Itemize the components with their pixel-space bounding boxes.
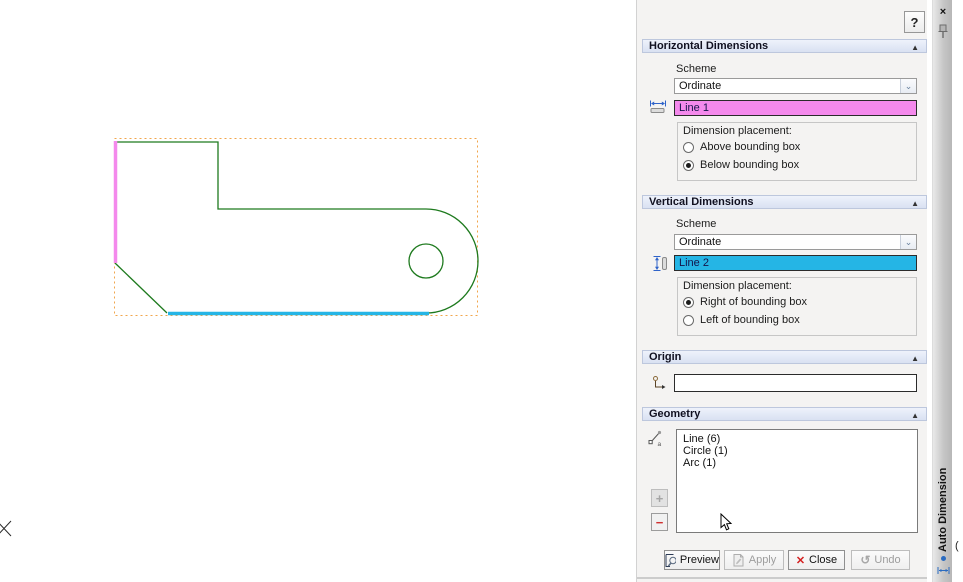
collapse-icon[interactable]: ▲ <box>911 410 919 422</box>
collapse-icon[interactable]: ▲ <box>911 42 919 54</box>
origin-x-marker <box>0 521 11 536</box>
list-item[interactable]: Line (6) <box>683 433 917 445</box>
radio-label: Right of bounding box <box>700 296 807 308</box>
undo-button[interactable]: ↺ Undo <box>851 550 910 570</box>
horizontal-scheme-select[interactable]: Ordinate ⌄ <box>674 78 917 94</box>
section-title: Horizontal Dimensions <box>649 40 768 52</box>
section-title: Geometry <box>649 408 700 420</box>
close-x-icon: ✕ <box>796 554 805 567</box>
scheme-label: Scheme <box>676 218 716 230</box>
button-label: Close <box>809 554 837 566</box>
part-chamfer-line[interactable] <box>115 263 167 313</box>
panel-bottom-edge <box>637 577 927 579</box>
pin-icon[interactable] <box>938 24 948 40</box>
dimension-bounding-box <box>115 139 478 316</box>
list-item[interactable]: Arc (1) <box>683 457 917 469</box>
preview-icon <box>665 553 676 567</box>
drawing-canvas[interactable] <box>0 0 640 582</box>
radio-icon[interactable] <box>683 297 694 308</box>
app-window: ? Horizontal Dimensions ▲ Scheme Ordinat… <box>0 0 963 582</box>
apply-icon <box>732 553 745 567</box>
vertical-scheme-select[interactable]: Ordinate ⌄ <box>674 234 917 250</box>
status-dot-icon <box>941 556 946 561</box>
hole-circle[interactable] <box>409 244 443 278</box>
collapse-icon[interactable]: ▲ <box>911 353 919 365</box>
placement-label: Dimension placement: <box>683 280 792 292</box>
vertical-dimension-icon <box>653 255 667 272</box>
radio-below-bounding-box[interactable]: Below bounding box <box>683 159 799 171</box>
radio-label: Left of bounding box <box>700 314 800 326</box>
help-button[interactable]: ? <box>904 11 925 33</box>
section-header-geometry[interactable]: Geometry ▲ <box>642 407 927 421</box>
geometry-list[interactable]: Line (6) Circle (1) Arc (1) <box>676 429 918 533</box>
section-title: Vertical Dimensions <box>649 196 754 208</box>
svg-text:a: a <box>658 441 662 447</box>
apply-button[interactable]: Apply <box>724 550 784 570</box>
stray-paren: ( <box>955 540 959 552</box>
dimension-mini-icon <box>937 566 950 575</box>
list-item[interactable]: Circle (1) <box>683 445 917 457</box>
chevron-down-icon[interactable]: ⌄ <box>900 235 916 249</box>
section-title: Origin <box>649 351 681 363</box>
horizontal-selection-field[interactable]: Line 1 <box>674 100 917 116</box>
close-button[interactable]: ✕ Close <box>788 550 845 570</box>
section-header-vertical-dimensions[interactable]: Vertical Dimensions ▲ <box>642 195 927 209</box>
tab-auto-dimension[interactable]: Auto Dimension <box>933 470 953 550</box>
chevron-down-icon[interactable]: ⌄ <box>900 79 916 93</box>
preview-button[interactable]: Preview <box>664 550 720 570</box>
origin-axes-icon <box>651 375 666 392</box>
panel-title-bar: × Auto Dimension <box>932 0 952 582</box>
remove-geometry-button[interactable]: − <box>651 513 668 531</box>
radio-label: Above bounding box <box>700 141 800 153</box>
button-label: Preview <box>680 554 719 566</box>
section-header-horizontal-dimensions[interactable]: Horizontal Dimensions ▲ <box>642 39 927 53</box>
part-outline-path[interactable] <box>116 142 478 313</box>
placement-label: Dimension placement: <box>683 125 792 137</box>
close-icon[interactable]: × <box>933 6 953 18</box>
undo-icon: ↺ <box>860 554 870 566</box>
section-header-origin[interactable]: Origin ▲ <box>642 350 927 364</box>
radio-right-of-bounding-box[interactable]: Right of bounding box <box>683 296 807 308</box>
selected-scheme: Ordinate <box>679 235 721 249</box>
vertical-selection-field[interactable]: Line 2 <box>674 255 917 271</box>
collapse-icon[interactable]: ▲ <box>911 198 919 210</box>
selected-scheme: Ordinate <box>679 79 721 93</box>
mouse-cursor <box>720 513 734 533</box>
radio-left-of-bounding-box[interactable]: Left of bounding box <box>683 314 800 326</box>
radio-icon[interactable] <box>683 160 694 171</box>
scheme-label: Scheme <box>676 63 716 75</box>
radio-icon[interactable] <box>683 315 694 326</box>
select-geometry-icon: a <box>648 430 663 447</box>
horizontal-dimension-icon <box>649 100 667 113</box>
radio-icon[interactable] <box>683 142 694 153</box>
radio-above-bounding-box[interactable]: Above bounding box <box>683 141 800 153</box>
button-label: Undo <box>874 554 900 566</box>
radio-label: Below bounding box <box>700 159 799 171</box>
button-label: Apply <box>749 554 777 566</box>
add-geometry-button[interactable]: + <box>651 489 668 507</box>
origin-input[interactable] <box>674 374 917 392</box>
